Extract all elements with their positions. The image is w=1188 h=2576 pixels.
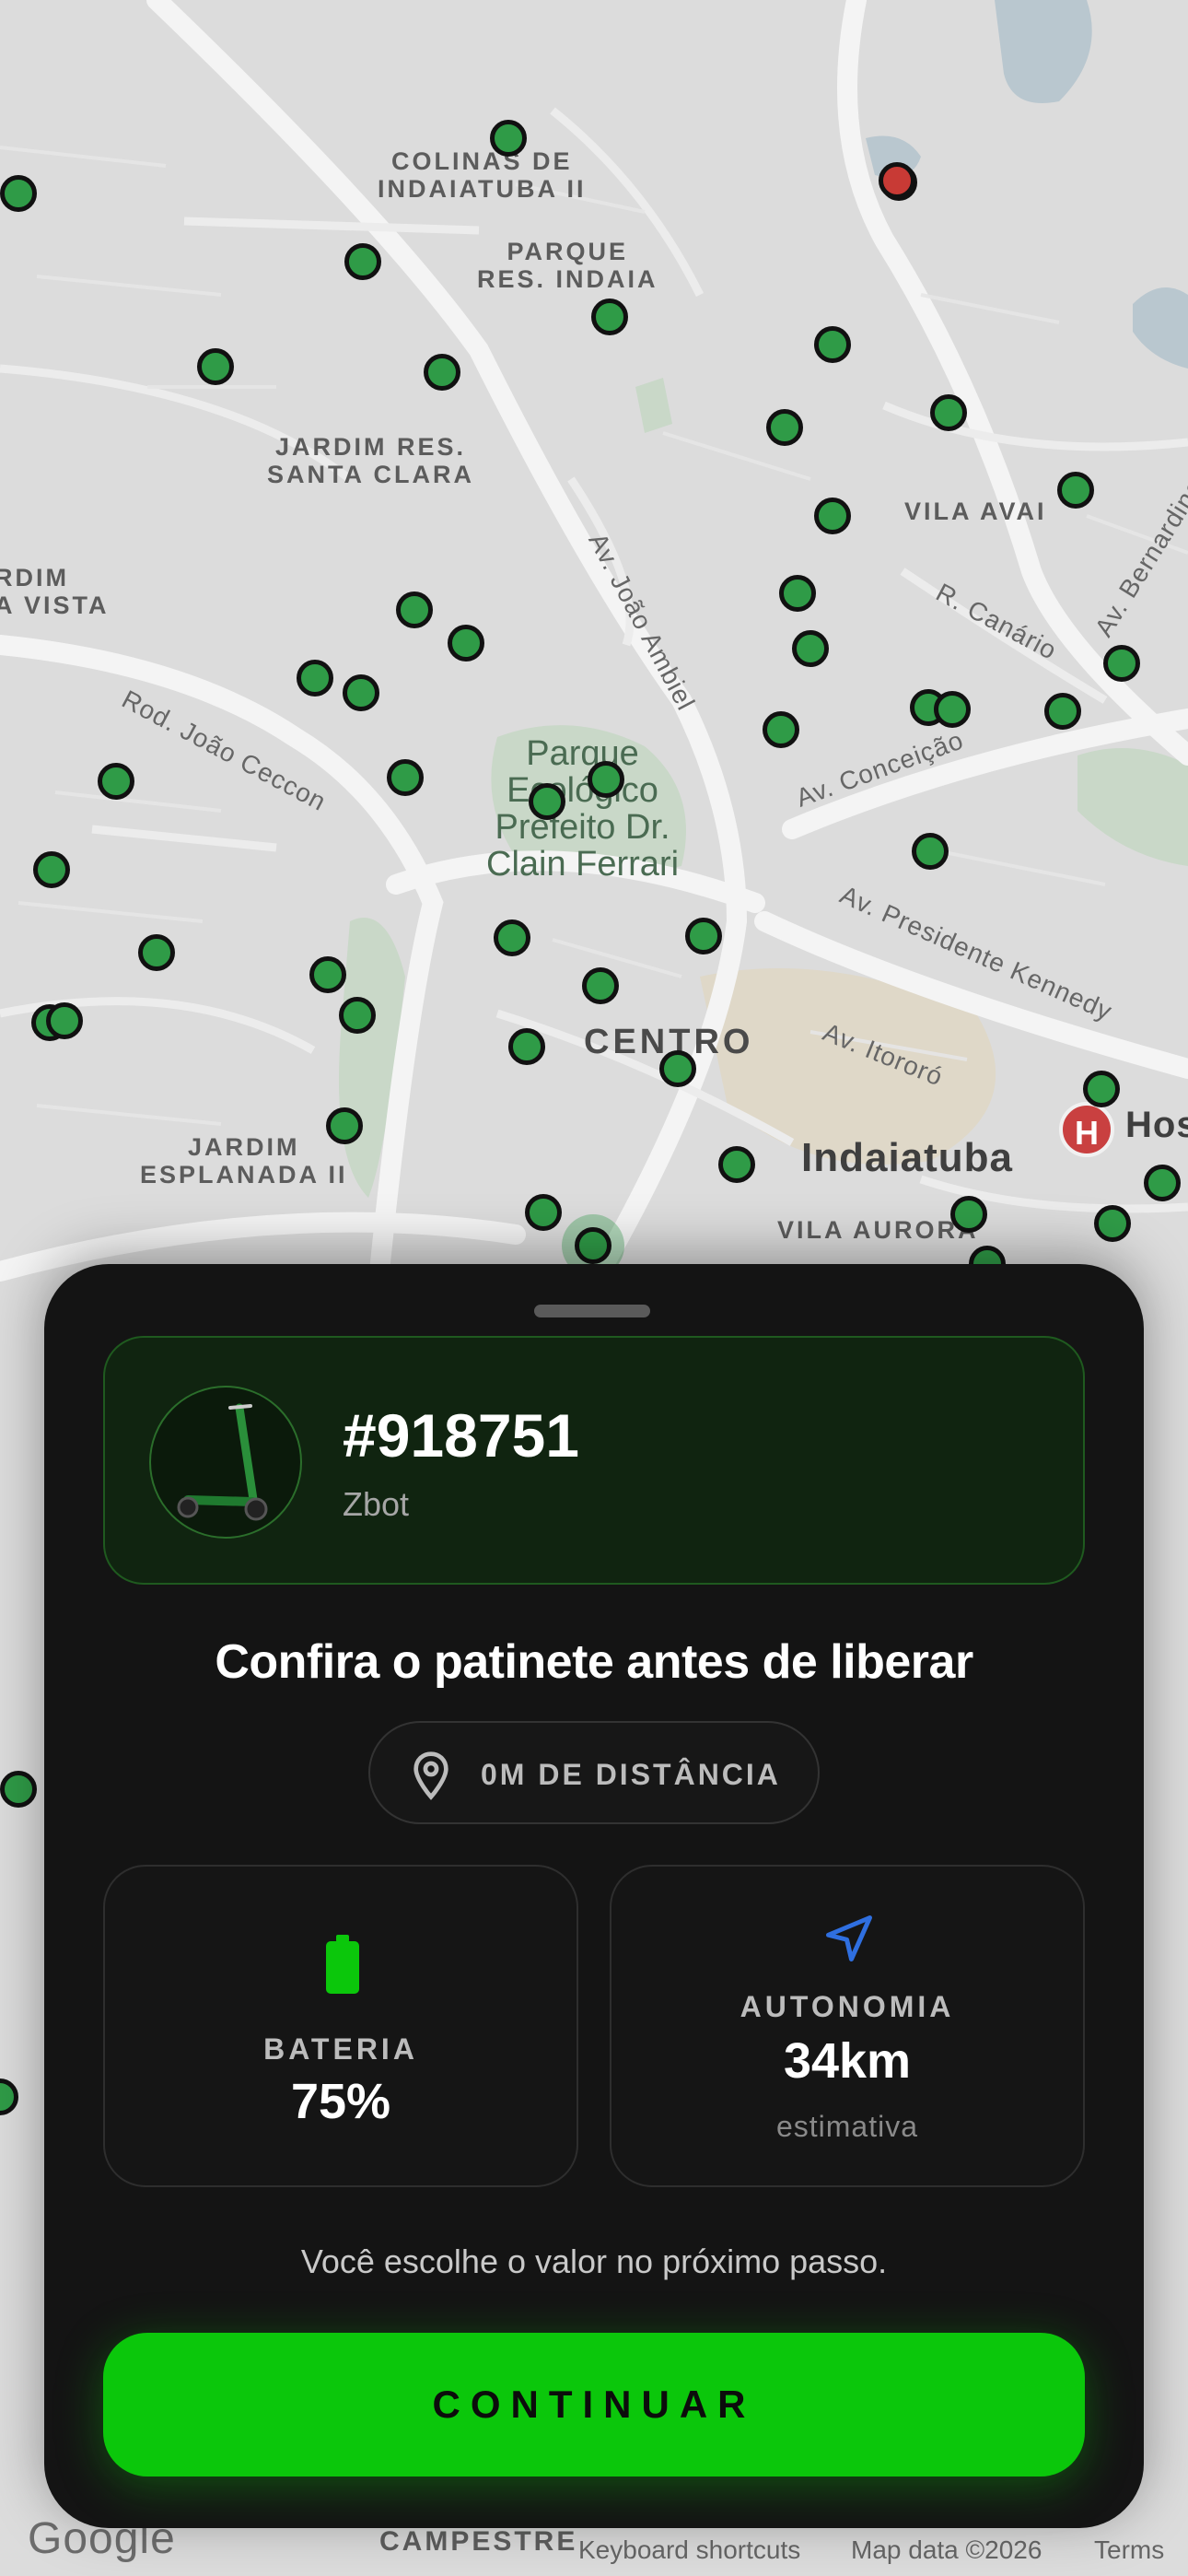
scooter-marker[interactable] — [98, 763, 134, 800]
map-label: COLINAS DE INDAIATUBA II — [378, 147, 587, 203]
scooter-marker[interactable] — [950, 1196, 987, 1233]
scooter-marker[interactable] — [934, 691, 971, 728]
map-label: Parque Ecológico Prefeito Dr. Clain Ferr… — [486, 734, 680, 884]
sheet-title: Confira o patinete antes de liberar — [215, 1635, 973, 1689]
scooter-marker[interactable] — [1057, 472, 1094, 509]
range-value: 34km — [783, 2033, 912, 2089]
scooter-marker[interactable] — [814, 326, 851, 363]
map-label: VILA AURORA — [777, 1216, 979, 1244]
scooter-marker[interactable] — [1083, 1071, 1120, 1107]
scooter-marker[interactable] — [0, 1771, 37, 1808]
scooter-marker[interactable] — [508, 1028, 545, 1065]
scooter-marker[interactable] — [1144, 1165, 1181, 1201]
battery-card: BATERIA 75% — [103, 1865, 578, 2187]
range-card: AUTONOMIA 34km estimativa — [610, 1865, 1085, 2187]
scooter-marker[interactable] — [490, 120, 527, 157]
scooter-marker[interactable] — [344, 243, 381, 280]
map-label: Hos — [1125, 1105, 1188, 1145]
scooter-marker[interactable] — [779, 575, 816, 612]
scooter-marker[interactable] — [197, 348, 234, 385]
scooter-marker[interactable] — [1044, 693, 1081, 730]
scooter-marker-unavailable[interactable] — [879, 162, 915, 199]
vehicle-id: #918751 — [343, 1401, 579, 1469]
scooter-marker[interactable] — [930, 394, 967, 431]
selected-scooter-marker[interactable] — [575, 1227, 611, 1264]
scooter-details-sheet: #918751 Zbot Confira o patinete antes de… — [44, 1264, 1144, 2528]
range-label: AUTONOMIA — [740, 1990, 955, 2023]
vehicle-card: #918751 Zbot — [103, 1336, 1085, 1585]
scooter-marker[interactable] — [525, 1194, 562, 1231]
scooter-marker[interactable] — [814, 498, 851, 534]
battery-value: 75% — [290, 2074, 391, 2129]
scooter-marker[interactable] — [792, 630, 829, 667]
distance-badge: 0M DE DISTÂNCIA — [368, 1721, 820, 1824]
navigation-arrow-icon — [826, 1915, 872, 1961]
range-subtitle: estimativa — [775, 2110, 919, 2143]
scooter-marker[interactable] — [46, 1002, 83, 1039]
scooter-marker[interactable] — [0, 175, 37, 212]
scooter-marker[interactable] — [343, 674, 379, 711]
location-pin-icon — [413, 1751, 448, 1800]
scooter-marker[interactable] — [1103, 645, 1140, 682]
battery-icon — [326, 1935, 359, 1994]
pricing-note: Você escolhe o valor no próximo passo. — [300, 2242, 888, 2280]
map-data-attribution: Map data ©2026 — [851, 2535, 1042, 2564]
scooter-marker[interactable] — [591, 299, 628, 335]
scooter-image — [149, 1386, 302, 1539]
distance-text: 0M DE DISTÂNCIA — [481, 1758, 781, 1791]
scooter-marker[interactable] — [685, 918, 722, 954]
scooter-marker[interactable] — [659, 1050, 696, 1087]
scooter-marker[interactable] — [529, 783, 565, 820]
scooter-marker[interactable] — [494, 919, 530, 956]
battery-label: BATERIA — [263, 2032, 418, 2066]
keyboard-shortcuts-link[interactable]: Keyboard shortcuts — [578, 2535, 800, 2565]
scooter-marker[interactable] — [33, 851, 70, 888]
scooter-marker[interactable] — [396, 591, 433, 628]
map-label: Indaiatuba — [801, 1135, 1014, 1180]
scooter-marker[interactable] — [912, 833, 949, 870]
scooter-marker[interactable] — [588, 761, 624, 798]
sheet-grab-handle[interactable] — [534, 1305, 650, 1317]
scooter-marker[interactable] — [138, 934, 175, 971]
scooter-marker[interactable] — [297, 660, 333, 697]
scooter-marker[interactable] — [339, 997, 376, 1034]
scooter-marker[interactable] — [763, 711, 799, 748]
terms-link[interactable]: Terms — [1094, 2535, 1164, 2565]
map-label: JARDIM RES. SANTA CLARA — [267, 433, 474, 488]
map-label: CAMPESTRE — [379, 2526, 578, 2557]
scooter-marker[interactable] — [718, 1146, 755, 1183]
scooter-marker[interactable] — [766, 409, 803, 446]
scooter-marker[interactable] — [448, 625, 484, 662]
hospital-icon[interactable]: H — [1059, 1102, 1114, 1157]
map-label: PARQUE RES. INDAIA — [477, 238, 658, 293]
map-label: VILA AVAI — [904, 498, 1047, 525]
scooter-marker[interactable] — [326, 1107, 363, 1144]
scooter-marker[interactable] — [387, 759, 424, 796]
scooter-marker[interactable] — [309, 956, 346, 993]
scooter-marker[interactable] — [1094, 1205, 1131, 1242]
scooter-marker[interactable] — [582, 967, 619, 1004]
vehicle-model: Zbot — [343, 1485, 410, 1523]
scooter-marker[interactable] — [424, 354, 460, 391]
continue-button[interactable]: CONTINUAR — [103, 2333, 1085, 2476]
map-label: RDIM A VISTA — [0, 564, 110, 619]
map-label: JARDIM ESPLANADA II — [140, 1133, 348, 1188]
